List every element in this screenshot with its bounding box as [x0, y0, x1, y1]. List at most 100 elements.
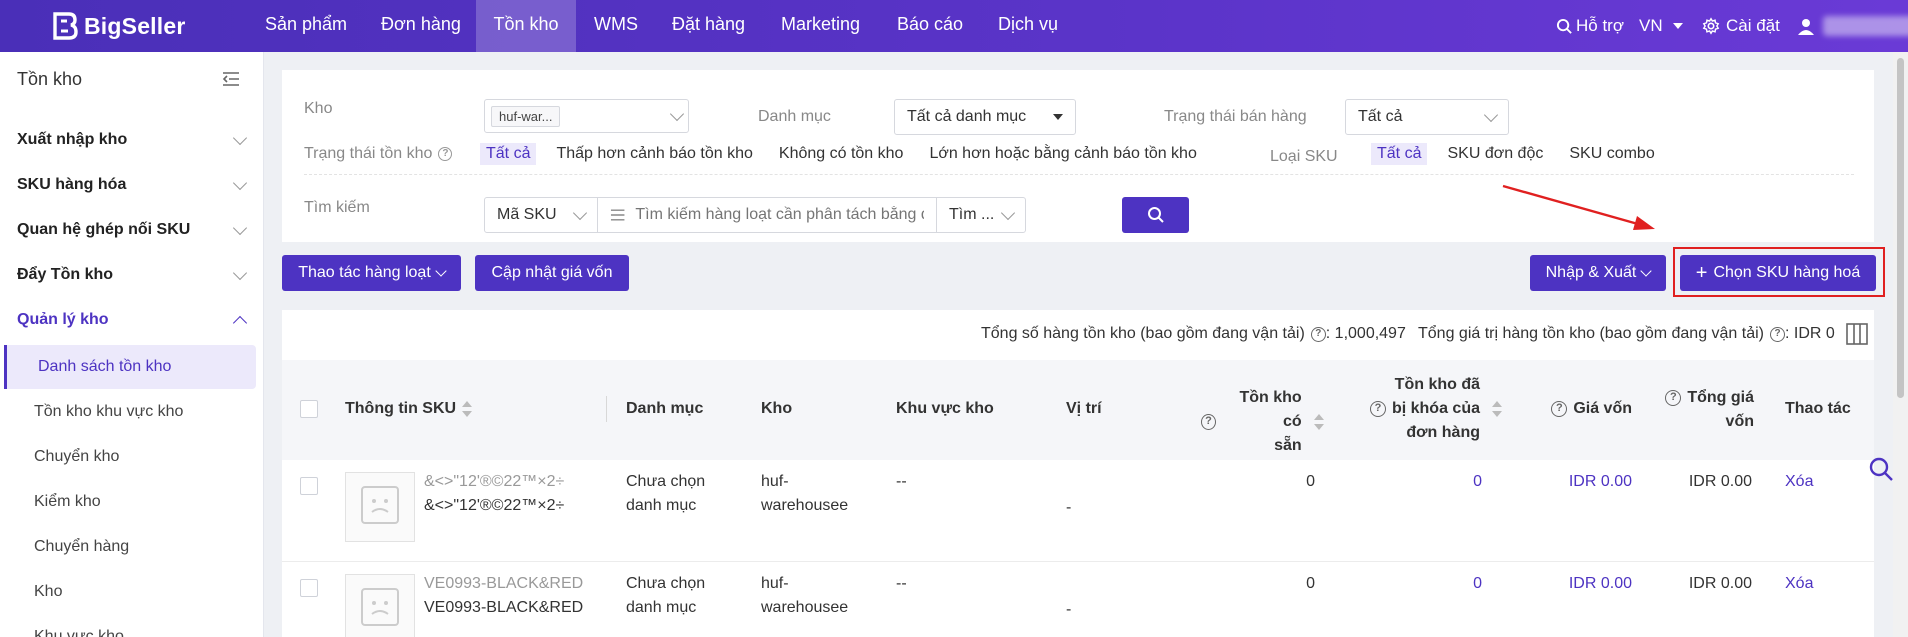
nav-products[interactable]: Sản phẩm: [247, 0, 365, 52]
update-cost-button[interactable]: Cập nhật giá vốn: [475, 255, 629, 291]
collapse-sidebar-icon[interactable]: [222, 71, 240, 87]
sidebar-section-warehouse-mgmt[interactable]: Quản lý kho: [17, 308, 248, 332]
language-label: VN: [1639, 16, 1663, 35]
nav-marketing[interactable]: Marketing: [763, 0, 878, 52]
settings-link[interactable]: Cài đặt: [1702, 0, 1780, 52]
header-sku-info[interactable]: Thông tin SKU: [345, 400, 473, 418]
bulk-actions-button[interactable]: Thao tác hàng loạt: [282, 255, 461, 291]
sku-code: &<>"12'®©22™×2÷: [424, 497, 565, 514]
warehouse-tag[interactable]: huf-war...: [491, 105, 561, 127]
warehouse-cell: huf-warehousee: [761, 473, 849, 514]
search-input[interactable]: [635, 206, 924, 224]
cost-cell[interactable]: IDR 0.00: [1522, 572, 1632, 596]
help-icon[interactable]: ?: [1770, 326, 1785, 342]
column-settings-icon[interactable]: [1845, 322, 1869, 346]
sidebar-item-zone-inventory[interactable]: Tồn kho khu vực kho: [0, 390, 256, 434]
sku-type-option-single[interactable]: SKU đơn độc: [1441, 143, 1549, 165]
chevron-down-icon: [1483, 107, 1499, 122]
row-checkbox[interactable]: [300, 477, 318, 495]
total-value-cell: IDR 0.00: [1688, 473, 1752, 490]
sort-icon[interactable]: [1313, 414, 1325, 430]
import-export-button[interactable]: Nhập & Xuất: [1530, 255, 1666, 291]
sidebar-section-sku[interactable]: SKU hàng hóa: [17, 173, 248, 197]
settings-label: Cài đặt: [1726, 16, 1780, 35]
section-label: Quan hệ ghép nối SKU: [17, 221, 191, 238]
scrollbar-track[interactable]: [1893, 52, 1908, 637]
sidebar-item-shipment[interactable]: Chuyển hàng: [0, 525, 256, 569]
stock-status-option-out-of-stock[interactable]: Không có tồn kho: [773, 143, 910, 165]
search-input-box[interactable]: [597, 197, 937, 233]
user-menu[interactable]: [1797, 0, 1908, 52]
sku-title[interactable]: VE0993-BLACK&RED: [424, 572, 583, 596]
total-stock-value: : 1,000,497: [1325, 325, 1406, 342]
sidebar-item-zone[interactable]: Khu vực kho: [0, 615, 256, 637]
sku-type-option-all[interactable]: Tất cả: [1371, 143, 1428, 165]
stock-status-option-all[interactable]: Tất cả: [480, 143, 537, 165]
select-all-checkbox[interactable]: [300, 400, 318, 418]
floating-search-icon[interactable]: [1868, 456, 1894, 482]
delete-link[interactable]: Xóa: [1785, 572, 1813, 596]
cost-cell[interactable]: IDR 0.00: [1522, 470, 1632, 494]
choose-sku-button[interactable]: + Chọn SKU hàng hoá: [1680, 255, 1876, 291]
table-row: VE0993-BLACK&RED VE0993-BLACK&RED Chưa c…: [282, 562, 1874, 637]
sidebar-item-inventory-list[interactable]: Danh sách tồn kho: [4, 345, 256, 389]
sidebar-section-push-stock[interactable]: Đẩy Tồn kho: [17, 263, 248, 287]
sidebar-section-sku-mapping[interactable]: Quan hệ ghép nối SKU: [17, 218, 248, 242]
warehouse-label: Kho: [304, 100, 333, 117]
header-cost-label: Giá vốn: [1573, 400, 1632, 417]
search-icon: [1556, 18, 1572, 34]
sort-icon[interactable]: [462, 400, 473, 417]
sidebar-item-stocktake[interactable]: Kiểm kho: [0, 480, 256, 524]
sidebar: Tồn kho Xuất nhập kho SKU hàng hóa Quan …: [0, 52, 264, 637]
nav-purchase[interactable]: Đặt hàng: [654, 0, 763, 52]
sku-type-option-combo[interactable]: SKU combo: [1563, 143, 1660, 165]
location-cell: -: [1066, 499, 1072, 516]
nav-services[interactable]: Dịch vụ: [980, 0, 1076, 52]
language-select[interactable]: VN: [1639, 0, 1683, 52]
total-value-label: Tổng giá trị hàng tồn kho (bao gồm đang …: [1418, 325, 1764, 342]
sku-title[interactable]: &<>"12'®©22™×2÷: [424, 470, 564, 494]
row-checkbox[interactable]: [300, 579, 318, 597]
header-available[interactable]: ? Tồn kho có sẵn: [1201, 386, 1325, 458]
user-name-blurred: [1823, 16, 1908, 36]
bigseller-logo[interactable]: BigSeller: [52, 9, 186, 43]
category-select[interactable]: Tất cả danh mục: [894, 99, 1076, 135]
search-field-select[interactable]: Mã SKU: [484, 197, 598, 233]
section-label: Đẩy Tồn kho: [17, 266, 114, 283]
search-button[interactable]: [1122, 197, 1189, 233]
warehouse-select[interactable]: huf-war...: [484, 99, 689, 133]
delete-link[interactable]: Xóa: [1785, 470, 1813, 494]
scrollbar-thumb[interactable]: [1897, 58, 1904, 398]
sku-type-label: Loại SKU: [1270, 148, 1338, 165]
help-icon[interactable]: ?: [1369, 401, 1386, 417]
sidebar-item-warehouse[interactable]: Kho: [0, 570, 256, 614]
import-export-label: Nhập & Xuất: [1545, 264, 1637, 281]
locked-cell[interactable]: 0: [1402, 470, 1482, 494]
nav-wms[interactable]: WMS: [576, 0, 656, 52]
help-icon[interactable]: ?: [1551, 401, 1568, 417]
sort-icon[interactable]: [1492, 401, 1502, 417]
nav-reports[interactable]: Báo cáo: [879, 0, 981, 52]
help-icon[interactable]: ?: [1665, 390, 1682, 406]
zone-cell: --: [896, 575, 907, 592]
search-mode-select[interactable]: Tìm ...: [936, 197, 1026, 233]
sale-status-select[interactable]: Tất cả: [1345, 99, 1509, 135]
header-locked[interactable]: ? Tồn kho đã bị khóa của đơn hàng: [1367, 373, 1502, 445]
stock-status-option-below-alert[interactable]: Thấp hơn cảnh báo tồn kho: [550, 143, 758, 165]
stock-status-label: Trạng thái tồn kho ?: [304, 145, 453, 163]
help-icon[interactable]: ?: [1201, 414, 1217, 430]
nav-orders[interactable]: Đơn hàng: [363, 0, 479, 52]
stock-status-option-above-alert[interactable]: Lớn hơn hoặc bằng cảnh báo tồn kho: [923, 143, 1202, 165]
chevron-down-icon: [232, 220, 248, 235]
nav-inventory[interactable]: Tồn kho: [476, 0, 576, 52]
sidebar-item-transfer[interactable]: Chuyển kho: [0, 435, 256, 479]
available-cell: 0: [1306, 473, 1315, 490]
locked-cell[interactable]: 0: [1402, 572, 1482, 596]
logo-icon: [52, 12, 78, 40]
help-link[interactable]: Hỗ trợ: [1556, 0, 1624, 52]
product-thumbnail: [345, 574, 415, 637]
help-icon[interactable]: ?: [1310, 326, 1326, 342]
header-warehouse: Kho: [761, 400, 793, 417]
help-icon[interactable]: ?: [438, 147, 453, 161]
sidebar-section-import-export[interactable]: Xuất nhập kho: [17, 128, 248, 152]
